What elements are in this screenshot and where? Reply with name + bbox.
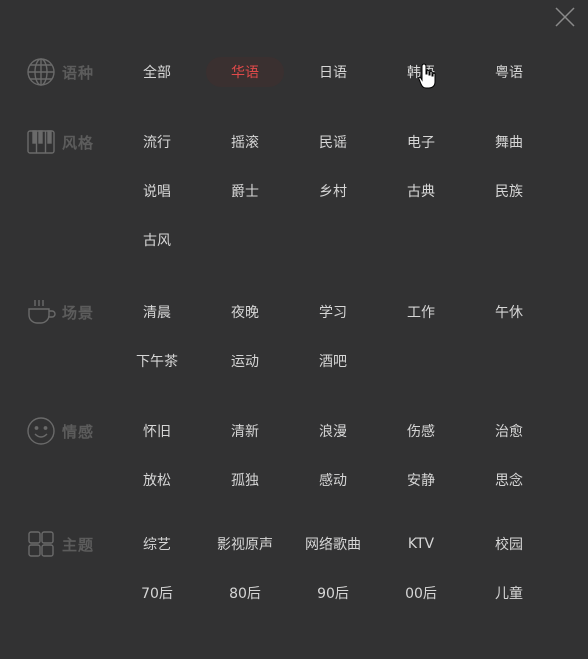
- tag-soundtrack[interactable]: 影视原声: [206, 529, 284, 559]
- tag-quiet[interactable]: 安静: [382, 465, 460, 495]
- close-button[interactable]: [554, 6, 576, 28]
- tag-folk[interactable]: 民谣: [294, 127, 372, 157]
- tag-list: 全部 华语 日语 韩语 粤语: [118, 57, 558, 106]
- category-label: 场景: [62, 303, 95, 322]
- tag-ancient-style[interactable]: 古风: [118, 225, 196, 255]
- grid-icon: [26, 529, 56, 559]
- globe-icon: [26, 57, 56, 87]
- tag-jazz[interactable]: 爵士: [206, 176, 284, 206]
- tag-romantic[interactable]: 浪漫: [294, 416, 372, 446]
- tag-missing[interactable]: 思念: [470, 465, 548, 495]
- tag-bar[interactable]: 酒吧: [294, 346, 372, 376]
- tag-ethnic[interactable]: 民族: [470, 176, 548, 206]
- tag-fresh[interactable]: 清新: [206, 416, 284, 446]
- tag-rock[interactable]: 摇滚: [206, 127, 284, 157]
- tag-japanese[interactable]: 日语: [294, 57, 372, 87]
- category-label: 语种: [62, 63, 95, 82]
- tag-night[interactable]: 夜晚: [206, 297, 284, 327]
- tag-sport[interactable]: 运动: [206, 346, 284, 376]
- tag-touched[interactable]: 感动: [294, 465, 372, 495]
- tag-pop[interactable]: 流行: [118, 127, 196, 157]
- tag-lonely[interactable]: 孤独: [206, 465, 284, 495]
- tag-list: 综艺 影视原声 网络歌曲 KTV 校园 70后 80后 90后 00后 儿童: [118, 529, 558, 627]
- tag-list: 清晨 夜晚 学习 工作 午休 下午茶 运动 酒吧: [118, 297, 558, 395]
- tag-country[interactable]: 乡村: [294, 176, 372, 206]
- tag-nostalgic[interactable]: 怀旧: [118, 416, 196, 446]
- tag-80s[interactable]: 80后: [206, 578, 284, 608]
- piano-icon: [26, 127, 56, 157]
- tag-variety[interactable]: 综艺: [118, 529, 196, 559]
- tag-ktv[interactable]: KTV: [382, 529, 460, 559]
- tag-rap[interactable]: 说唱: [118, 176, 196, 206]
- tag-nap[interactable]: 午休: [470, 297, 548, 327]
- tag-classical[interactable]: 古典: [382, 176, 460, 206]
- tag-campus[interactable]: 校园: [470, 529, 548, 559]
- tag-cantonese[interactable]: 粤语: [470, 57, 548, 87]
- tag-chinese[interactable]: 华语: [206, 57, 284, 87]
- tag-afternoon-tea[interactable]: 下午茶: [118, 346, 196, 376]
- tag-work[interactable]: 工作: [382, 297, 460, 327]
- tag-70s[interactable]: 70后: [118, 578, 196, 608]
- smiley-icon: [26, 416, 56, 446]
- tag-study[interactable]: 学习: [294, 297, 372, 327]
- tag-90s[interactable]: 90后: [294, 578, 372, 608]
- tag-morning[interactable]: 清晨: [118, 297, 196, 327]
- tag-list: 怀旧 清新 浪漫 伤感 治愈 放松 孤独 感动 安静 思念: [118, 416, 558, 514]
- tag-00s[interactable]: 00后: [382, 578, 460, 608]
- tag-dance[interactable]: 舞曲: [470, 127, 548, 157]
- close-icon: [555, 7, 575, 27]
- category-label: 主题: [62, 535, 95, 554]
- tag-internet-songs[interactable]: 网络歌曲: [294, 529, 372, 559]
- category-label: 风格: [62, 133, 95, 152]
- tag-all[interactable]: 全部: [118, 57, 196, 87]
- tag-list: 流行 摇滚 民谣 电子 舞曲 说唱 爵士 乡村 古典 民族 古风: [118, 127, 558, 274]
- tag-korean[interactable]: 韩语: [382, 57, 460, 87]
- tag-relax[interactable]: 放松: [118, 465, 196, 495]
- category-label: 情感: [62, 422, 95, 441]
- tag-children[interactable]: 儿童: [470, 578, 548, 608]
- tag-sad[interactable]: 伤感: [382, 416, 460, 446]
- tag-electronic[interactable]: 电子: [382, 127, 460, 157]
- coffee-cup-icon: [26, 297, 56, 327]
- tag-healing[interactable]: 治愈: [470, 416, 548, 446]
